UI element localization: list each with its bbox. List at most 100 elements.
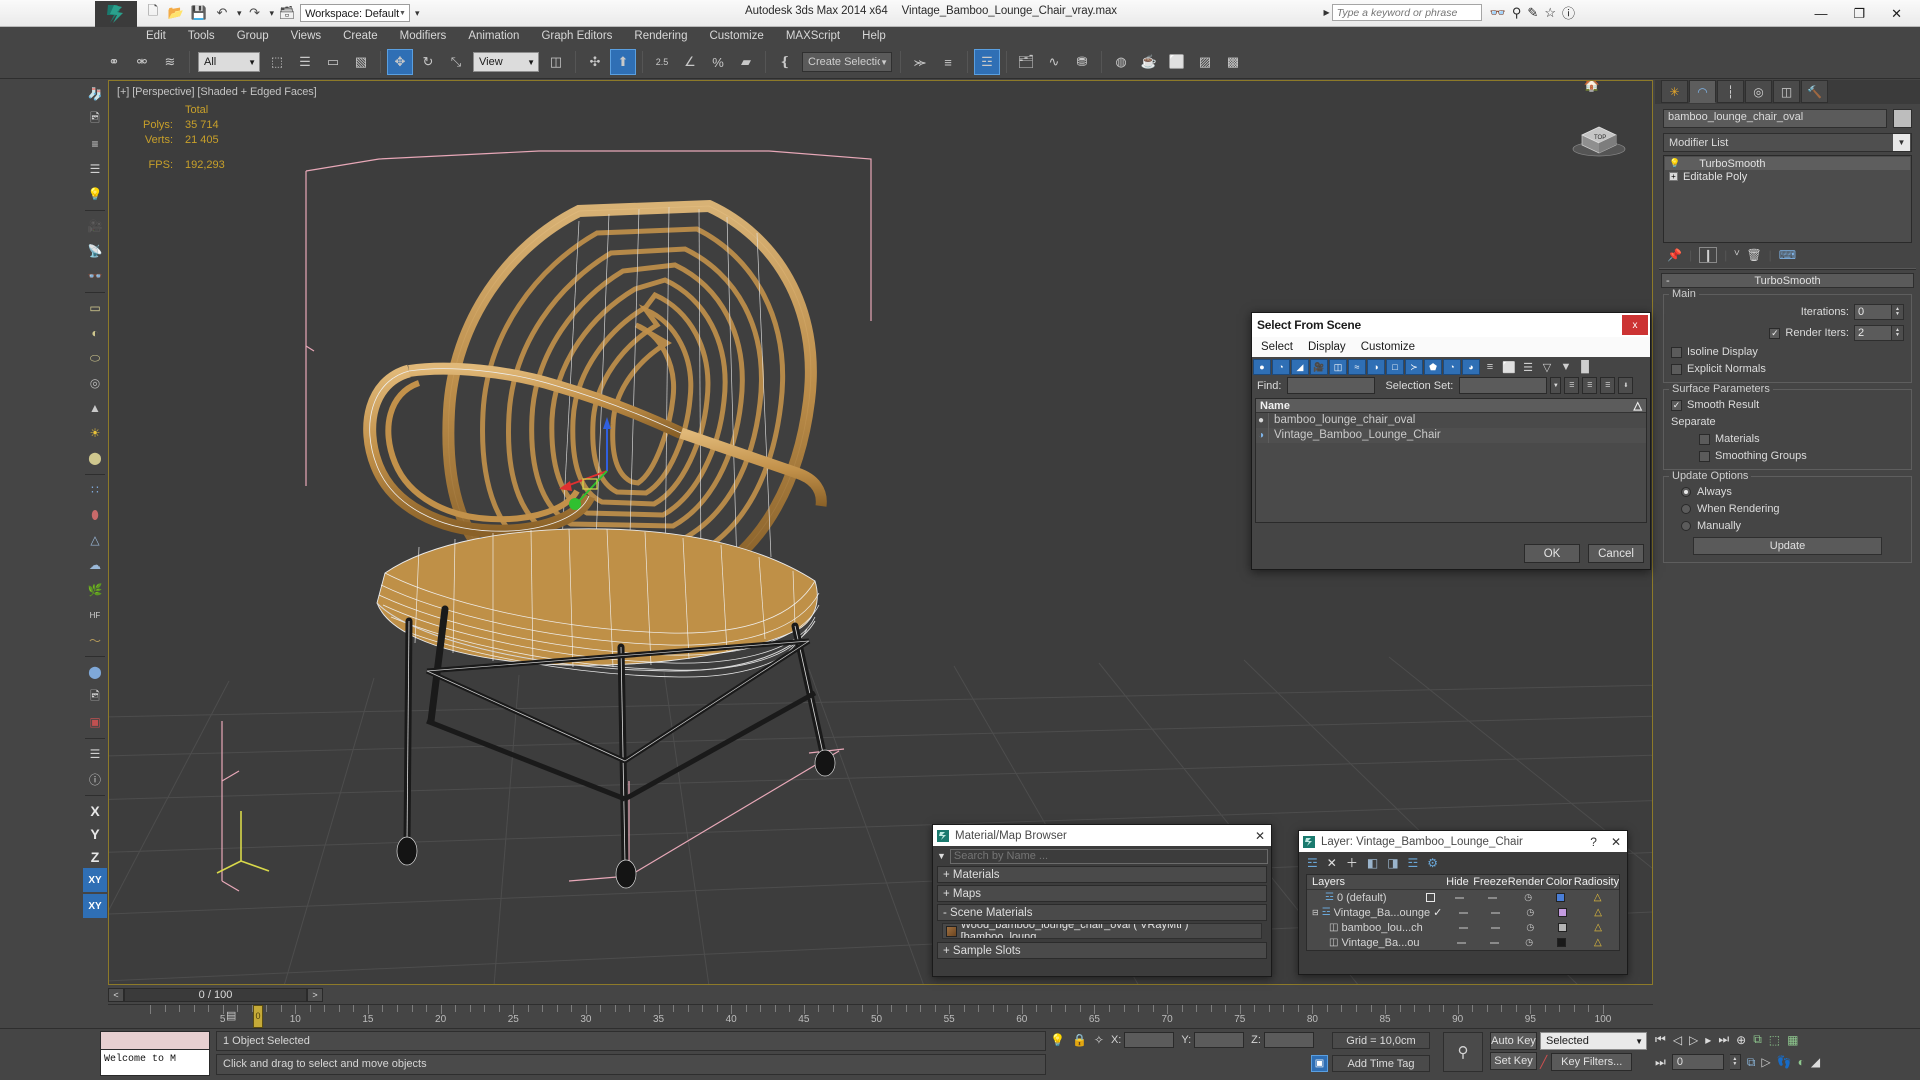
modifier-stack[interactable]: 💡 TurboSmooth + Editable Poly bbox=[1663, 155, 1912, 243]
select-and-rotate-icon[interactable]: ↻ bbox=[415, 49, 441, 75]
filter-funnel-icon[interactable]: ▽ bbox=[1538, 359, 1556, 375]
minimize-button[interactable]: — bbox=[1814, 6, 1827, 21]
time-configuration-icon[interactable]: ⧉ bbox=[1747, 1055, 1756, 1070]
search-key-icon[interactable]: ⚲ bbox=[1512, 5, 1522, 21]
search-expand-icon[interactable]: ▶ bbox=[1324, 8, 1330, 17]
selection-set-options-icon[interactable]: ⬇ bbox=[1618, 377, 1634, 394]
hair-and-fur-icon[interactable]: HF bbox=[83, 603, 107, 627]
scene-material-item[interactable]: Wood_bamboo_lounge_chair_oval ( VRayMtl … bbox=[942, 923, 1262, 939]
named-selection-set-combo[interactable]: Create Selection Se ▼ bbox=[802, 52, 892, 72]
menu-views[interactable]: Views bbox=[280, 27, 332, 46]
zoom-extents-icon[interactable]: ⧉ bbox=[1753, 1032, 1762, 1047]
list-item[interactable]: ◑ Vintage_Bamboo_Lounge_Chair bbox=[1256, 428, 1646, 443]
use-pivot-point-center-icon[interactable]: ◫ bbox=[543, 49, 569, 75]
display-bones-icon[interactable]: ≻ bbox=[1405, 359, 1423, 375]
maxscript-mini-listener[interactable]: Welcome to M bbox=[100, 1031, 210, 1079]
axis-constraint-xy[interactable]: XY bbox=[83, 868, 107, 892]
view-cube[interactable]: TOP bbox=[1564, 103, 1634, 158]
menu-maxscript[interactable]: MAXScript bbox=[775, 27, 851, 46]
select-from-scene-dialog[interactable]: Select From Scene x Select Display Custo… bbox=[1251, 312, 1651, 570]
undo-dropdown-icon[interactable]: ▾ bbox=[237, 8, 242, 19]
percent-snap-toggle-icon[interactable]: ∠ bbox=[677, 49, 703, 75]
layer-properties-icon[interactable]: ⚙ bbox=[1427, 856, 1438, 870]
smooth-result-checkbox[interactable]: ✓ bbox=[1671, 399, 1682, 411]
previous-frame-button[interactable]: < bbox=[108, 988, 124, 1002]
select-object-icon[interactable]: ⬚ bbox=[264, 49, 290, 75]
advanced-filter-icon[interactable]: ▼ bbox=[1557, 359, 1575, 375]
torus-primitive-icon[interactable]: ◎ bbox=[83, 371, 107, 395]
manually-radio[interactable] bbox=[1681, 521, 1691, 531]
find-input[interactable] bbox=[1287, 377, 1376, 394]
selection-set-input[interactable] bbox=[1459, 377, 1548, 394]
maximize-viewport-icon[interactable]: ▦ bbox=[1787, 1033, 1798, 1047]
search-input[interactable] bbox=[1331, 4, 1482, 21]
maxscript-output-line[interactable]: Welcome to M bbox=[100, 1050, 210, 1076]
modify-tab[interactable]: ◠ bbox=[1689, 80, 1716, 103]
hierarchy-tab[interactable]: ┆ bbox=[1717, 80, 1744, 103]
when-rendering-radio[interactable] bbox=[1681, 504, 1691, 514]
explicit-normals-checkbox[interactable] bbox=[1671, 363, 1682, 375]
rectangular-selection-region-icon[interactable]: ▭ bbox=[320, 49, 346, 75]
materials-group-header[interactable]: + Materials bbox=[937, 866, 1267, 883]
display-xrefs-icon[interactable]: □ bbox=[1386, 359, 1404, 375]
filter-funnel-icon[interactable]: ▼ bbox=[937, 851, 946, 861]
isoline-display-checkbox[interactable] bbox=[1671, 346, 1682, 358]
go-to-start-icon[interactable]: ⏮ bbox=[1655, 1032, 1666, 1047]
select-region-icon[interactable]: ▣ bbox=[83, 710, 107, 734]
geosphere-icon[interactable]: ⬤ bbox=[83, 446, 107, 470]
play-animation-icon[interactable]: ▷ bbox=[1689, 1033, 1698, 1047]
display-cameras-icon[interactable]: 🎥 bbox=[1310, 359, 1328, 375]
browser-title-bar[interactable]: Material/Map Browser ✕ bbox=[933, 825, 1271, 846]
radiosity-icon[interactable]: △ bbox=[1576, 892, 1619, 903]
menu-modifiers[interactable]: Modifiers bbox=[389, 27, 458, 46]
selection-lock-icon[interactable]: 🔒 bbox=[1072, 1033, 1087, 1047]
grass-icon[interactable]: 🌿 bbox=[83, 578, 107, 602]
color-swatch[interactable] bbox=[1547, 938, 1577, 947]
modifier-stack-item-editable-poly[interactable]: + Editable Poly bbox=[1665, 170, 1910, 183]
remove-selection-set-icon[interactable]: ☰ bbox=[1582, 377, 1598, 394]
radiosity-icon[interactable]: △ bbox=[1577, 907, 1619, 918]
object-name-field[interactable]: bamboo_lounge_chair_oval bbox=[1663, 109, 1887, 128]
freeze-toggle[interactable] bbox=[1479, 926, 1513, 929]
render-frame-icon[interactable]: 🖻 bbox=[83, 107, 107, 131]
sort-ascending-icon[interactable]: △ bbox=[1634, 399, 1642, 412]
search-by-name-input[interactable] bbox=[949, 848, 1268, 864]
expand-all-icon[interactable]: ≡ bbox=[1481, 359, 1499, 375]
color-swatch[interactable] bbox=[1547, 923, 1577, 932]
smoothing-groups-row[interactable]: Smoothing Groups bbox=[1671, 450, 1904, 462]
menu-tools[interactable]: Tools bbox=[177, 27, 226, 46]
select-and-move-icon[interactable]: ✥ bbox=[387, 49, 413, 75]
render-production-icon[interactable]: ▨ bbox=[1192, 49, 1218, 75]
cancel-button[interactable]: Cancel bbox=[1588, 544, 1644, 563]
menu-group[interactable]: Group bbox=[226, 27, 280, 46]
stereo-camera-icon[interactable]: 👓 bbox=[83, 264, 107, 288]
freeze-toggle[interactable] bbox=[1479, 911, 1513, 914]
utilities-tab[interactable]: 🔨 bbox=[1801, 80, 1828, 103]
create-tab[interactable]: ✳ bbox=[1661, 80, 1688, 103]
material-editor-icon[interactable]: ◍ bbox=[1108, 49, 1134, 75]
zoom-region-icon[interactable]: ⊕ bbox=[1736, 1033, 1746, 1047]
render-settings-icon[interactable]: ☰ bbox=[83, 157, 107, 181]
select-and-link-icon[interactable]: ⚭ bbox=[101, 49, 127, 75]
layer-manager-icon[interactable]: ☲ bbox=[974, 49, 1000, 75]
previous-frame-icon[interactable]: ◁ bbox=[1673, 1033, 1682, 1047]
menu-select[interactable]: Select bbox=[1258, 341, 1305, 353]
ok-button[interactable]: OK bbox=[1524, 544, 1580, 563]
coord-z-input[interactable] bbox=[1263, 1032, 1314, 1048]
current-frame-display[interactable]: 0 / 100 bbox=[124, 988, 307, 1002]
light-bulb-icon[interactable]: 💡 bbox=[1669, 158, 1680, 169]
scene-object-list[interactable]: Name △ ● bamboo_lounge_chair_oval ◑ Vint… bbox=[1255, 398, 1647, 523]
spinner-arrows-icon[interactable]: ▲ ▼ bbox=[1892, 325, 1904, 341]
curve-editor-icon[interactable]: ∿ bbox=[1041, 49, 1067, 75]
remove-modifier-icon[interactable]: 🗑 bbox=[1746, 248, 1761, 262]
key-mode-toggle-icon[interactable]: ⏭ bbox=[1655, 1055, 1666, 1070]
sample-slots-group-header[interactable]: + Sample Slots bbox=[937, 942, 1267, 959]
table-row[interactable]: ☲ 0 (default) ◷ △ bbox=[1307, 890, 1619, 905]
go-to-end-icon[interactable]: ⏭ bbox=[1718, 1032, 1729, 1047]
layer-filter-icon[interactable]: █ bbox=[1576, 359, 1594, 375]
explicit-normals-row[interactable]: Explicit Normals bbox=[1671, 363, 1904, 375]
sun-light-icon[interactable]: ☀ bbox=[83, 421, 107, 445]
material-map-browser[interactable]: Material/Map Browser ✕ ▼ + Materials + M… bbox=[932, 824, 1272, 977]
cylinder-primitive-icon[interactable]: ⬭ bbox=[83, 346, 107, 370]
key-filters-button[interactable]: Key Filters... bbox=[1551, 1053, 1633, 1071]
